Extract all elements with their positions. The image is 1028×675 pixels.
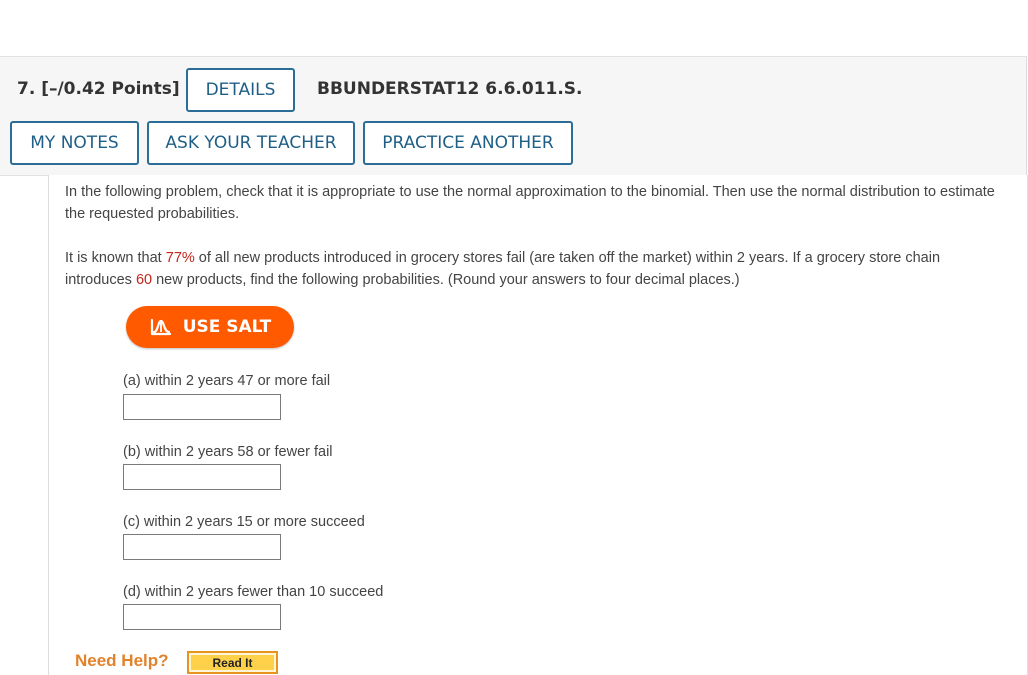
assignment-code: BBUNDERSTAT12 6.6.011.S. <box>317 79 583 99</box>
need-help-label: Need Help? <box>75 651 169 670</box>
part-c-label: (c) within 2 years 15 or more succeed <box>123 514 365 530</box>
fail-percent-value: 77% <box>165 250 195 266</box>
problem-text: new products, find the following probabi… <box>152 272 740 288</box>
part-b-label: (b) within 2 years 58 or fewer fail <box>123 444 333 460</box>
part-a-answer-input[interactable] <box>123 394 281 420</box>
use-salt-label: USE SALT <box>182 317 272 337</box>
problem-text: It is known that <box>65 250 166 266</box>
product-count-value: 60 <box>135 272 153 288</box>
problem-statement: It is known that 77% of all new products… <box>65 247 1000 291</box>
part-a-label: (a) within 2 years 47 or more fail <box>123 373 331 389</box>
part-b-answer-input[interactable] <box>123 464 281 490</box>
question-number-points: 7. [–/0.42 Points] <box>17 79 180 99</box>
part-c-answer-input[interactable] <box>123 534 281 560</box>
salt-chart-icon <box>149 317 173 337</box>
part-d-answer-input[interactable] <box>123 604 281 630</box>
use-salt-button[interactable]: USE SALT <box>126 306 294 348</box>
problem-instructions: In the following problem, check that it … <box>65 184 995 222</box>
page: 7. [–/0.42 Points] DETAILS BBUNDERSTAT12… <box>0 0 1028 675</box>
ask-your-teacher-button[interactable]: ASK YOUR TEACHER <box>147 121 355 165</box>
my-notes-button[interactable]: MY NOTES <box>10 121 139 165</box>
part-d-label: (d) within 2 years fewer than 10 succeed <box>123 584 384 600</box>
practice-another-button[interactable]: PRACTICE ANOTHER <box>363 121 573 165</box>
details-button[interactable]: DETAILS <box>186 68 295 112</box>
read-it-button[interactable]: Read It <box>187 651 278 674</box>
